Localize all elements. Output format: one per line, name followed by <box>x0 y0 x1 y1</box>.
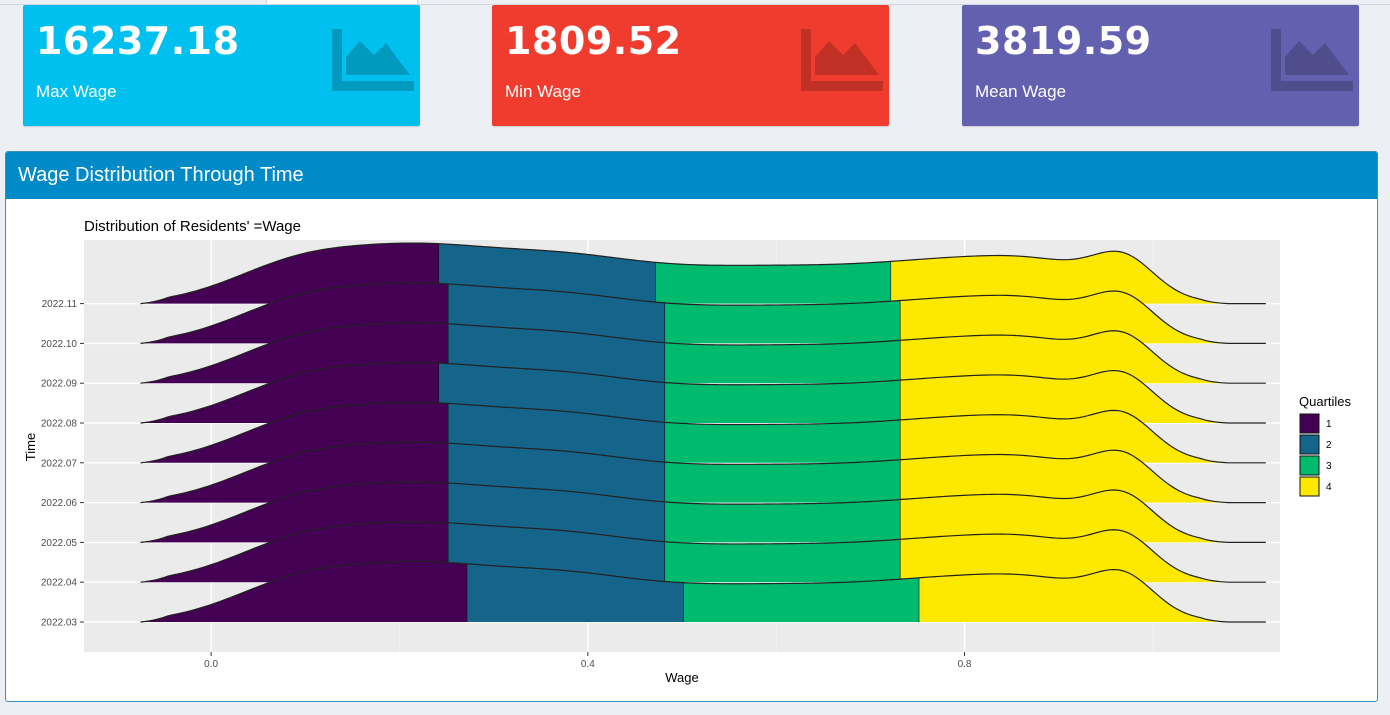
ridgeline-chart: 2022.03 2022.04 2022.05 2022.06 2022.07 2022.… <box>6 200 1377 701</box>
legend-key-1 <box>1299 413 1320 434</box>
y-tick-label: 2022.05 <box>41 538 78 549</box>
max-wage-value: 16237.18 <box>36 19 240 63</box>
min-wage-value: 1809.52 <box>505 19 682 63</box>
x-tick-label: 0.4 <box>581 659 595 670</box>
legend-label: 4 <box>1326 482 1332 493</box>
max-wage-value-box: 16237.18 Max Wage <box>23 5 420 126</box>
min-wage-label: Min Wage <box>505 82 581 101</box>
x-tick-label: 0.8 <box>958 659 972 670</box>
quartile-3-area <box>665 499 901 543</box>
quartile-3-area <box>665 459 901 503</box>
max-wage-label: Max Wage <box>36 82 117 101</box>
y-tick-label: 2022.11 <box>42 299 78 310</box>
min-wage-value-box: 1809.52 Min Wage <box>492 5 889 126</box>
panel-title: Wage Distribution Through Time <box>6 152 1377 199</box>
y-tick-label: 2022.03 <box>41 618 78 629</box>
area-chart-icon <box>1269 27 1353 93</box>
mean-wage-label: Mean Wage <box>975 82 1067 101</box>
y-tick-label: 2022.08 <box>41 419 78 430</box>
quartile-3-area <box>655 261 892 304</box>
quartile-3-area <box>665 340 901 384</box>
area-chart-icon <box>799 27 883 93</box>
legend-title: Quartiles <box>1299 394 1352 409</box>
y-tick-label: 2022.09 <box>41 379 78 390</box>
mean-wage-value-box: 3819.59 Mean Wage <box>962 5 1359 126</box>
quartile-3-area <box>665 380 901 423</box>
quartile-3-area <box>665 419 901 463</box>
y-tick-label: 2022.10 <box>41 339 78 350</box>
mean-wage-value: 3819.59 <box>975 19 1152 63</box>
legend-label: 1 <box>1326 419 1332 430</box>
quartile-3-area <box>665 539 901 583</box>
wage-distribution-panel: Wage Distribution Through Time 2022.03 20… <box>5 151 1378 702</box>
x-tick-label: 0.0 <box>204 659 218 670</box>
y-tick-label: 2022.06 <box>41 498 78 509</box>
legend-key-2 <box>1299 434 1320 455</box>
legend-label: 2 <box>1326 440 1332 451</box>
y-tick-label: 2022.04 <box>41 578 78 589</box>
quartile-3-area <box>665 300 901 344</box>
quartile-3-area <box>683 577 920 622</box>
legend-label: 3 <box>1326 461 1332 472</box>
y-tick-label: 2022.07 <box>41 458 78 469</box>
legend-key-3 <box>1299 455 1320 476</box>
chart-title: Distribution of Residents' =Wage <box>84 218 301 235</box>
x-axis-label: Wage <box>665 670 698 685</box>
y-axis-label: Time <box>23 433 38 461</box>
area-chart-icon <box>330 27 414 93</box>
legend-key-4 <box>1299 476 1320 497</box>
